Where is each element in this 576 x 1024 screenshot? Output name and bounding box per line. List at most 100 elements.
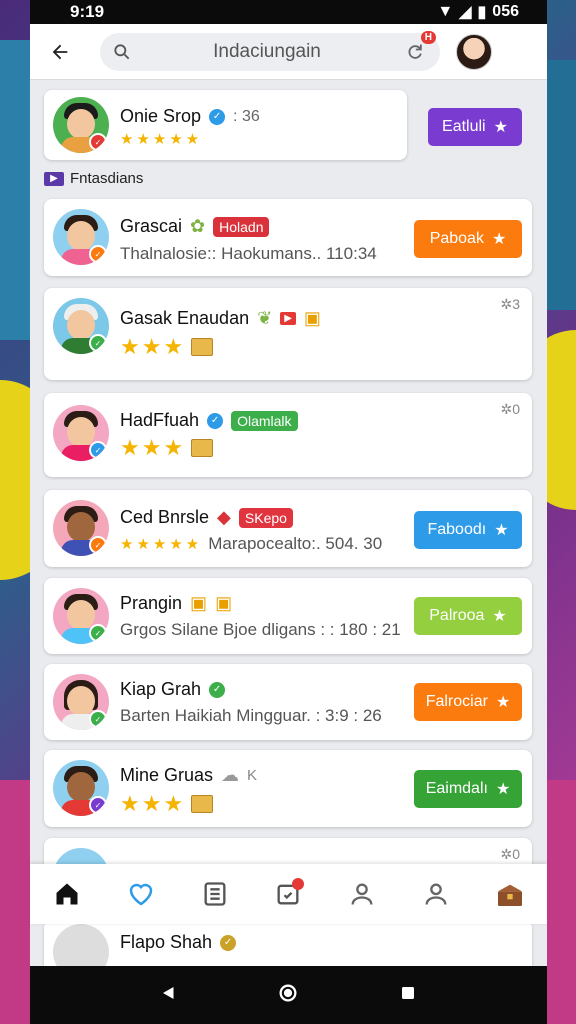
chest-icon [191,439,214,457]
item-name: Mine Gruas [120,765,214,785]
star-icon: ★ [495,694,511,711]
status-tag: Olamlalk [231,410,298,431]
item-name: Flapo Shah [120,932,213,952]
item-name: Kiap Grah [120,679,202,699]
item-name-row: Grascai ✿ Holadn [120,216,270,237]
item-action-label: Faboodı [427,521,487,538]
search-text: Indaciungain [213,40,321,62]
nav-favorites[interactable] [121,874,161,914]
star-icon: ★ [495,781,511,798]
diamond-icon: ◆ [217,507,231,527]
item-action-button[interactable]: Palrooa ★ [414,597,522,635]
battery-level: 056 [492,3,519,20]
nav-list[interactable] [195,874,235,914]
item-rating: ★★★ [120,435,214,461]
verified-icon: ✓ [209,681,226,698]
battery-icon: ▮ [477,4,487,21]
item-name-row: Gasak Enaudan ❦ ▶ ▣ [120,308,321,329]
item-name-row: Prangin ▣ ▣ [120,593,232,614]
gift-icon: ✿ [190,216,206,236]
play-icon: ▣ [190,593,208,613]
item-action-button[interactable]: Paboak ★ [414,220,522,258]
search-icon [114,43,130,59]
status-bar: 9:19 ▼ ◢ ▮ 056 [30,0,547,24]
list-item[interactable]: ✓ Ced Bnrsle ◆ SKepo ★★★★★ Marapocealto:… [44,490,532,567]
nav-profile[interactable] [342,874,382,914]
treasure-chest-icon [497,884,522,906]
star-rating: ★★★ [120,334,186,359]
item-action-label: Palrooa [429,607,485,624]
featured-card[interactable]: ✓ Onie Srop ✓ : 36 ★★★★★ [44,90,407,160]
list-item[interactable]: ✓ HadFfuah ✓ Olamlalk ★★★ ✲0 [44,393,532,477]
refresh-button[interactable]: H [402,30,436,65]
star-rating: ★★★★★ [120,536,203,553]
badge-icon: ✓ [89,245,107,263]
item-name-row: Kiap Grah ✓ [120,679,226,700]
back-button[interactable] [42,34,78,70]
person-icon [425,883,447,905]
nav-treasure[interactable] [490,874,530,914]
star-rating: ★★★ [120,435,186,460]
list-item[interactable]: ✓ Mine Gruas ☁ K ★★★ Eaimdalı ★ [44,750,532,827]
item-name: HadFfuah [120,410,200,430]
top-app-bar: Indaciungain H [30,24,547,80]
avatar: ✓ [53,500,109,556]
search-bar[interactable]: Indaciungain H [100,30,440,71]
item-rating: ★★★ [120,334,214,360]
cloud-icon: ☁ [221,765,240,785]
list-item[interactable]: ✓ Prangin ▣ ▣ Grgos Silane Bjoe dligans … [44,578,532,654]
system-back-button[interactable] [160,984,178,1007]
signal-icon: ◢ [459,4,472,21]
star-icon: ★ [491,231,507,248]
triangle-back-icon [162,986,174,999]
item-action-button[interactable]: Falrociar ★ [414,683,522,721]
avatar: ✓ [53,405,109,461]
system-navigation-bar [30,966,547,1024]
featured-action-label: Eatluli [442,118,486,135]
nav-account[interactable] [416,874,456,914]
item-action-label: Paboak [429,230,484,247]
item-count: ✲0 [500,401,520,417]
item-action-button[interactable]: Faboodı ★ [414,511,522,549]
item-action-label: Eaimdalı [425,780,488,797]
list-item[interactable]: ✓ Gasak Enaudan ❦ ▶ ▣ ★★★ ✲3 [44,288,532,380]
profile-avatar[interactable] [456,33,492,70]
item-count: ✲0 [500,846,520,862]
item-action-button[interactable]: Eaimdalı ★ [414,770,522,808]
star-rating: ★★★ [120,791,186,816]
item-name-row: HadFfuah ✓ Olamlalk [120,410,298,431]
verified-icon: ✓ [89,334,107,352]
system-home-button[interactable] [277,982,299,1009]
back-arrow-icon [52,44,68,59]
gift-icon: ▣ [303,308,321,328]
video-icon: ▶ [44,171,64,186]
status-time: 9:19 [70,2,105,21]
status-tag: SKepo [238,507,293,528]
featured-name-row: Onie Srop ✓ : 36 [120,106,260,127]
nav-notifications[interactable] [268,874,308,914]
refresh-icon [408,44,422,59]
section-title: Fntasdians [70,170,144,187]
star-rating: ★★★★★ [120,131,203,148]
heart-icon [129,883,153,906]
featured-action-button[interactable]: Eatluli ★ [428,108,522,146]
item-name: Prangin [120,593,183,613]
verified-icon: ✓ [89,441,107,459]
status-tag: Holadn [213,216,270,237]
system-recents-button[interactable] [399,984,417,1007]
list-item[interactable]: ✓ Kiap Grah ✓ Barten Haikiah Mingguar. :… [44,664,532,740]
list-icon [204,882,226,906]
featured-meta: : 36 [233,107,260,125]
chest-icon [191,795,214,813]
item-rating: ★★★ [120,791,214,817]
chest-icon [191,338,214,356]
list-item[interactable]: ✓ Grascai ✿ Holadn Thalnalosie:: Haokuma… [44,199,532,276]
nav-home[interactable] [47,874,87,914]
item-subtitle: Barten Haikiah Mingguar. : 3:9 : 26 [120,706,382,725]
bottom-navigation [30,864,547,924]
circle-home-icon [280,984,297,1001]
star-icon: ★ [493,119,508,136]
item-name-row: Flapo Shah ✓ [120,932,237,953]
featured-name: Onie Srop [120,106,202,126]
avatar: ✓ [53,760,109,816]
